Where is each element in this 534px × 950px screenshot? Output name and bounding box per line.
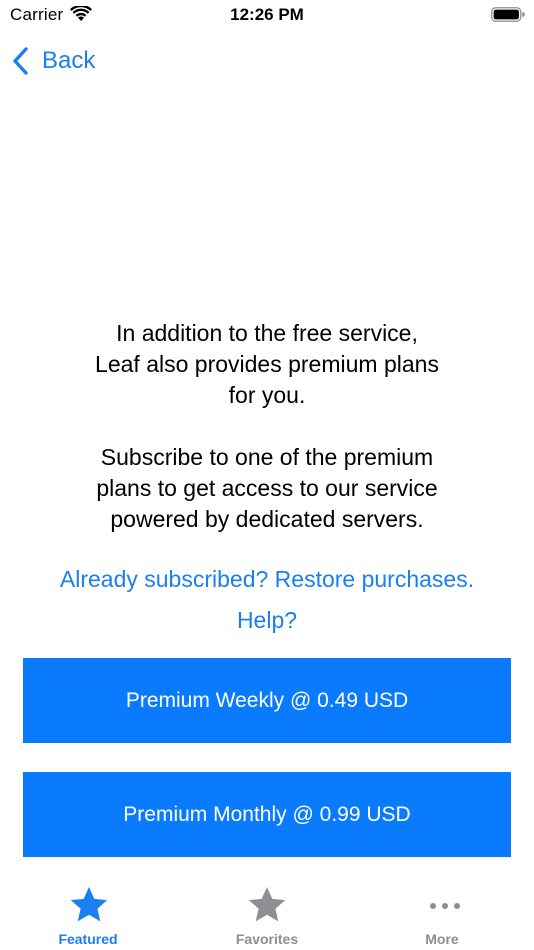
tab-label: Favorites [235,931,299,947]
tab-featured[interactable]: Featured [0,868,178,950]
tab-label: More [425,931,459,947]
premium-info-text: In addition to the free service, Leaf al… [95,320,439,532]
back-label: Back [42,47,96,74]
battery-icon [491,7,525,22]
tab-bar: Featured Favorites More [0,868,534,950]
ellipsis-icon [430,903,460,909]
screen: Carrier 12:26 PM Back In addition to the… [0,0,534,950]
help-link[interactable]: Help? [0,607,534,634]
chevron-left-icon [13,47,28,75]
tab-label: Featured [58,931,118,947]
status-time: 12:26 PM [230,5,304,24]
restore-purchases-link[interactable]: Already subscribed? Restore purchases. [0,566,534,593]
tab-more[interactable]: More [356,868,534,950]
star-icon [70,887,108,922]
status-bar: Carrier 12:26 PM [0,0,534,30]
tab-favorites[interactable]: Favorites [178,868,356,950]
premium-monthly-button[interactable]: Premium Monthly @ 0.99 USD [23,772,511,857]
star-icon [248,887,286,922]
premium-weekly-button[interactable]: Premium Weekly @ 0.49 USD [23,658,511,743]
back-button[interactable]: Back [10,44,95,78]
